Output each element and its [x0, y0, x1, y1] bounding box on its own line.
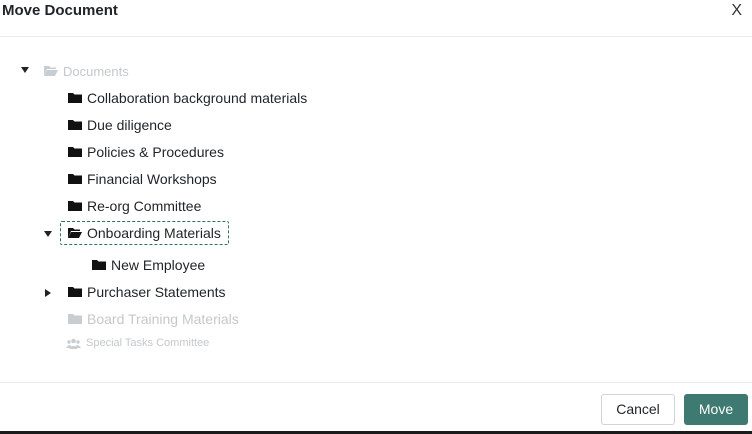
tree-node-re-org-committee[interactable]: Re-org Committee — [68, 195, 201, 217]
purchaser-caret-right-icon[interactable] — [43, 288, 53, 298]
close-button[interactable]: X — [731, 1, 742, 21]
tree-node-label: Policies & Procedures — [87, 144, 224, 160]
folder-icon — [68, 146, 82, 158]
tree-node-collaboration-background-materials[interactable]: Collaboration background materials — [68, 87, 307, 109]
folder-icon — [68, 119, 82, 131]
folder-icon — [68, 173, 82, 185]
move-document-dialog: Move Document X Documents Collaboration … — [0, 0, 752, 434]
folder-icon — [68, 286, 82, 298]
tree-node-policies-procedures[interactable]: Policies & Procedures — [68, 141, 224, 163]
tree-node-board-training-materials: Board Training Materials — [68, 308, 239, 330]
root-caret-down-icon[interactable] — [20, 65, 30, 75]
tree-node-financial-workshops[interactable]: Financial Workshops — [68, 168, 217, 190]
folder-open-icon — [44, 65, 58, 77]
tree-node-label: Special Tasks Committee — [86, 337, 210, 349]
move-button[interactable]: Move — [684, 394, 748, 425]
dialog-header: Move Document X — [0, 0, 752, 37]
onboarding-caret-down-icon[interactable] — [43, 229, 53, 239]
cancel-button[interactable]: Cancel — [601, 394, 675, 425]
tree-node-label: Board Training Materials — [87, 311, 239, 327]
tree-node-label: Re-org Committee — [87, 198, 202, 214]
tree-node-new-employee[interactable]: New Employee — [92, 254, 205, 276]
tree-node-due-diligence[interactable]: Due diligence — [68, 114, 172, 136]
folder-open-icon — [68, 227, 82, 239]
folder-icon — [68, 92, 82, 104]
folder-icon — [68, 313, 82, 325]
tree-node-onboarding-materials[interactable]: Onboarding Materials — [68, 222, 221, 244]
dialog-footer: Cancel Move — [0, 382, 752, 432]
tree-node-label: Collaboration background materials — [87, 90, 308, 106]
tree-node-label: Documents — [63, 63, 129, 79]
dialog-title: Move Document — [2, 2, 118, 19]
tree-node-label: Purchaser Statements — [87, 284, 226, 300]
tree-node-purchaser-statements[interactable]: Purchaser Statements — [68, 281, 226, 303]
tree-node-special-tasks-committee: Special Tasks Committee — [66, 332, 209, 354]
tree-node-label: New Employee — [111, 257, 206, 273]
tree-node-documents: Documents — [44, 60, 129, 82]
tree-node-label: Financial Workshops — [87, 171, 217, 187]
users-group-icon — [66, 338, 81, 349]
folder-icon — [92, 259, 106, 271]
tree-node-label: Due diligence — [87, 117, 172, 133]
tree-node-label: Onboarding Materials — [87, 225, 221, 241]
folder-icon — [68, 200, 82, 212]
